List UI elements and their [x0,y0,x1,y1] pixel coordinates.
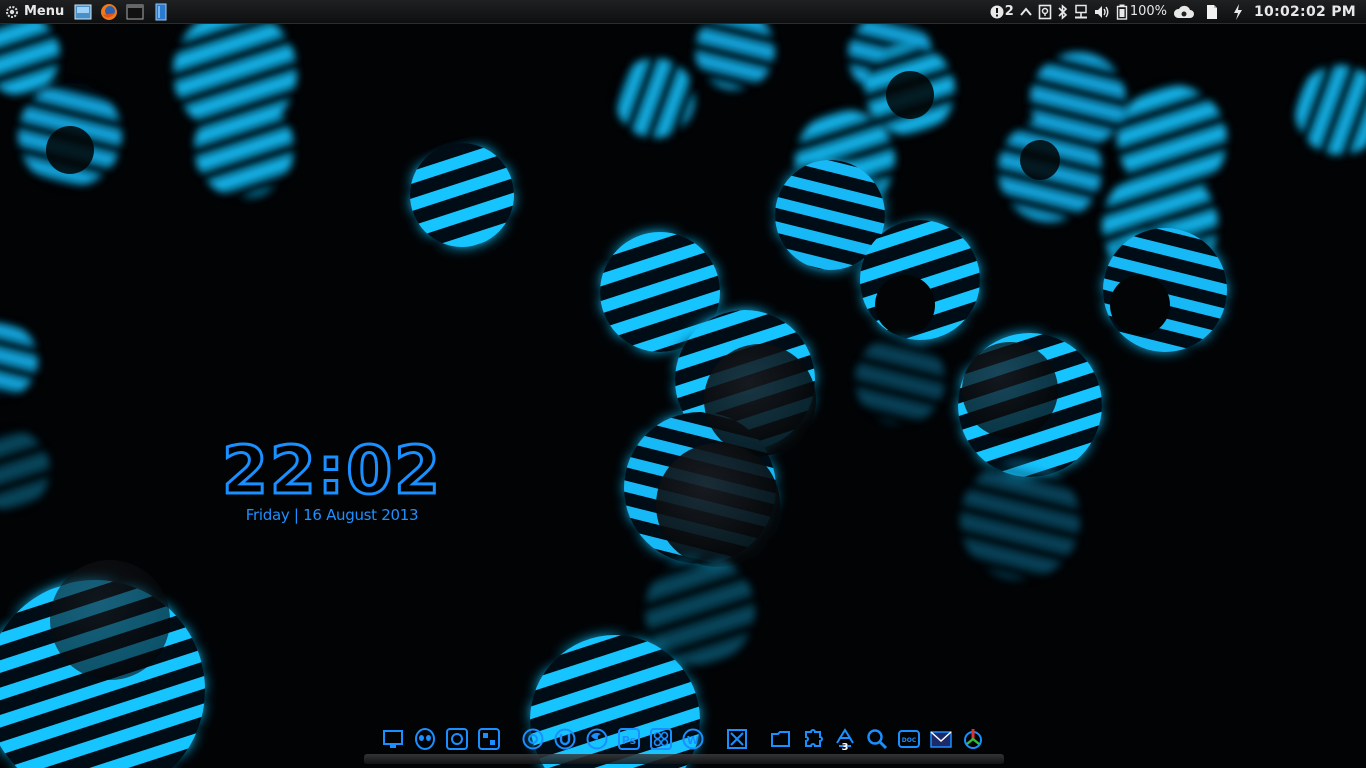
notifications-indicator[interactable]: 2 [990,0,1014,24]
photoshop-icon[interactable]: Ps [616,726,642,752]
menu-button[interactable]: Menu [0,4,70,20]
alert-icon [990,5,1004,18]
desktop-icon[interactable] [73,2,93,22]
clock-time: 22:02 [220,432,443,509]
lock-screen-icon[interactable] [1038,0,1052,24]
monitor-icon[interactable] [380,726,406,752]
control-panel-icon[interactable] [476,726,502,752]
photoshop-label: Ps [622,734,637,747]
files-icon[interactable] [151,2,171,22]
chrome-icon[interactable] [520,726,546,752]
battery-icon [1116,4,1128,20]
notes-icon[interactable] [1206,0,1218,24]
document-icon[interactable]: DOC [896,726,922,752]
gimp-icon[interactable] [444,726,470,752]
desktop-clock-widget: 22:02 Friday | 16 August 2013 [196,432,468,524]
desktop-wallpaper [0,0,1366,768]
terminal-icon[interactable] [125,2,145,22]
battery-label: 100% [1129,4,1167,19]
close-box-icon[interactable] [724,726,750,752]
cloud-sync-icon[interactable] [1173,0,1195,24]
dock: Ps W 3 DOC [364,722,1004,766]
notifications-count: 2 [1004,4,1014,19]
chevron-up-icon[interactable] [1020,0,1032,24]
panel-clock[interactable]: 10:02:02 PM [1254,4,1356,20]
document-label: DOC [902,737,917,744]
alien-face-icon[interactable] [412,726,438,752]
recycle-bin-icon[interactable]: 3 [832,726,858,752]
folder-icon[interactable] [768,726,794,752]
volume-icon[interactable] [1094,0,1110,24]
recycle-arrows-icon[interactable] [960,726,986,752]
firefox-icon[interactable] [99,2,119,22]
network-icon[interactable] [1074,0,1088,24]
word-icon[interactable]: W [680,726,706,752]
word-label: W [687,734,699,747]
menu-label: Menu [24,4,65,19]
dock-shelf [364,754,1004,764]
mail-icon[interactable] [928,726,954,752]
utorrent-icon[interactable] [552,726,578,752]
bluetooth-icon[interactable] [1058,0,1068,24]
puzzle-icon[interactable] [800,726,826,752]
gear-icon [6,5,18,18]
magnifier-icon[interactable] [864,726,890,752]
top-panel: Menu 2 100% 10:02:02 PM [0,0,1366,24]
firefox-icon[interactable] [584,726,610,752]
settings-grid-icon[interactable] [648,726,674,752]
battery-indicator[interactable]: 100% [1116,0,1167,24]
power-icon[interactable] [1233,0,1243,24]
dock-badge: 3 [842,742,849,751]
